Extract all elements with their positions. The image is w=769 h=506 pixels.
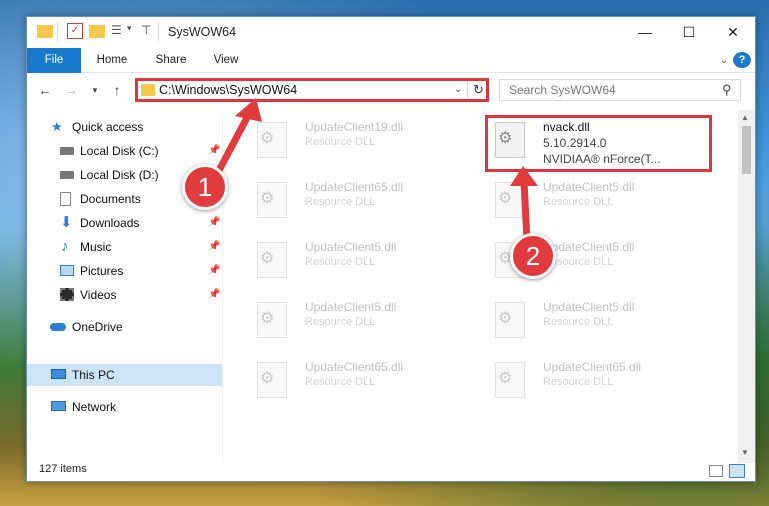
annotation-arrows [211,98,538,244]
step-2-badge: 2 [510,233,556,279]
arrow-1-shaft [211,108,254,182]
arrow-2-shaft [520,178,531,244]
arrow-1-head [235,98,262,122]
arrow-2-head [510,166,538,186]
step-1-badge: 1 [182,164,228,210]
